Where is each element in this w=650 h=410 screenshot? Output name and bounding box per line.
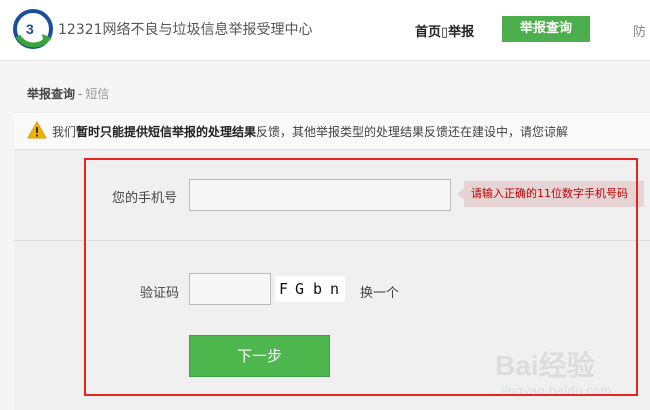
notice-text: 我们暂时只能提供短信举报的处理结果反馈，其他举报类型的处理结果反馈还在建设中，请… xyxy=(52,123,568,140)
breadcrumb-sub: 短信 xyxy=(85,87,110,101)
notice-bar: 我们暂时只能提供短信举报的处理结果反馈，其他举报类型的处理结果反馈还在建设中，请… xyxy=(14,112,650,150)
breadcrumb: 举报查询 - 短信 xyxy=(27,85,109,102)
watermark: Bai经验 jingyan.baidu.com xyxy=(495,340,645,406)
header: 3 12321网络不良与垃圾信息举报受理中心 首页▯举报 举报查询 防 xyxy=(0,0,650,61)
notice-suffix: 反馈，其他举报类型的处理结果反馈还在建设中，请您谅解 xyxy=(256,125,569,139)
breadcrumb-separator: - xyxy=(78,87,83,101)
warning-icon xyxy=(27,121,47,139)
site-name: 12321网络不良与垃圾信息举报受理中心 xyxy=(58,22,313,38)
notice-prefix: 我们 xyxy=(52,125,77,139)
nav-item-partial[interactable]: 防 xyxy=(633,21,646,40)
notice-bold: 暂时只能提供短信举报的处理结果 xyxy=(76,125,257,139)
watermark-main: Bai经验 xyxy=(495,350,595,381)
breadcrumb-main: 举报查询 xyxy=(27,87,76,101)
svg-text:3: 3 xyxy=(26,21,34,37)
nav-home-report[interactable]: 首页▯举报 xyxy=(415,21,474,40)
site-logo-icon[interactable]: 3 xyxy=(12,8,54,50)
nav-report-query[interactable]: 举报查询 xyxy=(502,16,590,42)
watermark-sub: jingyan.baidu.com xyxy=(501,384,612,398)
